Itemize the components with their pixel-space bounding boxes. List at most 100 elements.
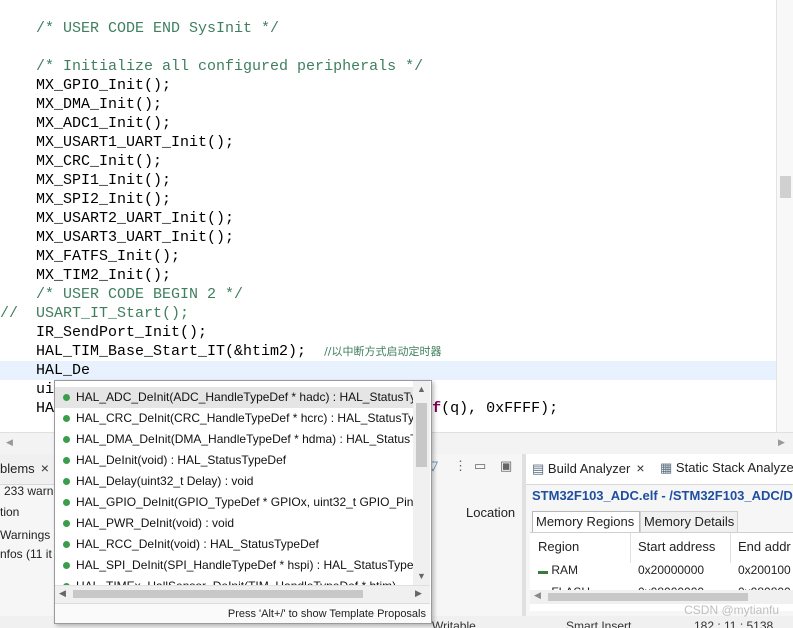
scroll-left-arrow-icon[interactable]: ◀ [6,437,13,448]
scroll-right-arrow-icon[interactable]: ▶ [415,588,422,599]
proposal-item[interactable]: HAL_CRC_DeInit(CRC_HandleTypeDef * hcrc)… [55,408,413,429]
location-column-header[interactable]: Location [466,505,515,520]
elf-path: STM32F103_ADC.elf - /STM32F103_ADC/De [532,488,793,503]
problems-summary: 233 warn [4,484,54,498]
public-function-icon [63,436,70,444]
code-token: // USART_IT_Start(); [0,305,190,322]
maximize-icon[interactable]: ▣ [500,458,512,474]
code-line[interactable]: // USART_IT_Start(); [0,304,189,323]
proposal-label: HAL_DMA_DeInit(DMA_HandleTypeDef * hdma)… [76,432,413,446]
code-line[interactable]: /* Initialize all configured peripherals… [0,57,423,76]
code-line[interactable]: /* USER CODE END SysInit */ [0,19,279,38]
code-line[interactable]: MX_CRC_Init(); [0,152,162,171]
close-icon[interactable]: × [636,460,644,476]
code-token: //以中断方式启动定时器 [324,345,442,358]
scroll-down-arrow-icon[interactable]: ▼ [417,571,426,581]
code-token: MX_CRC_Init(); [0,153,163,170]
column-header-region[interactable]: Region [538,539,579,554]
tab-build-analyzer-label: Build Analyzer [547,461,631,476]
code-line[interactable]: MX_SPI1_Init(); [0,171,171,190]
proposal-item[interactable]: HAL_DeInit(void) : HAL_StatusTypeDef [55,450,413,471]
proposal-label: HAL_CRC_DeInit(CRC_HandleTypeDef * hcrc)… [76,411,413,425]
scroll-up-arrow-icon[interactable]: ▲ [417,384,426,394]
tab-static-stack-label: Static Stack Analyze [675,460,793,475]
code-line[interactable]: MX_GPIO_Init(); [0,76,171,95]
popup-footer-hint: Press 'Alt+/' to show Template Proposals [55,603,430,623]
code-token: HAL_De [0,362,91,379]
popup-horizontal-scrollbar[interactable]: ◀ ▶ [55,585,430,603]
editor-vertical-scrollbar[interactable] [776,0,793,432]
code-token: MX_SPI2_Init(); [0,191,172,208]
problems-row-infos[interactable]: nfos (11 it [0,547,52,561]
code-token: MX_USART3_UART_Init(); [0,229,235,246]
scrollbar-thumb[interactable] [73,590,363,598]
public-function-icon [63,394,70,402]
code-line[interactable]: MX_USART3_UART_Init(); [0,228,234,247]
code-line[interactable]: MX_SPI2_Init(); [0,190,171,209]
popup-vertical-scrollbar[interactable]: ▲ ▼ [413,381,430,585]
scroll-right-arrow-icon[interactable]: ▶ [778,437,785,448]
column-header-end[interactable]: End addr [738,539,791,554]
watermark: CSDN @mytianfu [684,603,779,617]
tab-memory-regions-label: Memory Regions [536,514,635,529]
scrollbar-thumb[interactable] [548,593,748,601]
proposal-label: HAL_SPI_DeInit(SPI_HandleTypeDef * hspi)… [76,558,413,572]
proposal-item[interactable]: HAL_PWR_DeInit(void) : void [55,513,413,534]
problems-row-warnings[interactable]: Warnings ( [0,528,58,542]
scroll-left-arrow-icon[interactable]: ◀ [59,588,66,599]
column-divider [630,533,631,563]
scroll-left-arrow-icon[interactable]: ◀ [534,590,541,601]
scrollbar-thumb[interactable] [416,403,427,467]
public-function-icon [63,457,70,465]
proposal-item[interactable]: HAL_Delay(uint32_t Delay) : void [55,471,413,492]
table-row[interactable]: ▬ RAM [538,563,578,577]
chart-icon: ▤ [532,461,545,476]
code-token: MX_GPIO_Init(); [0,77,172,94]
tab-memory-details-label: Memory Details [644,514,735,529]
code-line[interactable]: MX_TIM2_Init(); [0,266,171,285]
code-token: HAL_TIM_Base_Start_IT(&htim2); [0,343,325,360]
code-token: IR_SendPort_Init(); [0,324,208,341]
proposal-item[interactable]: HAL_ADC_DeInit(ADC_HandleTypeDef * hadc)… [55,387,413,408]
proposal-label: HAL_ADC_DeInit(ADC_HandleTypeDef * hadc)… [76,390,413,404]
code-line[interactable]: MX_USART2_UART_Init(); [0,209,234,228]
problems-col-header[interactable]: tion [0,505,19,519]
public-function-icon [63,541,70,549]
code-line[interactable]: HAL_TIM_Base_Start_IT(&htim2); //以中断方式启动… [0,342,441,361]
code-line[interactable]: MX_USART1_UART_Init(); [0,133,234,152]
proposal-item[interactable]: HAL_DMA_DeInit(DMA_HandleTypeDef * hdma)… [55,429,413,450]
proposal-item[interactable]: HAL_SPI_DeInit(SPI_HandleTypeDef * hspi)… [55,555,413,576]
code-line[interactable]: /* USER CODE BEGIN 2 */ [0,285,243,304]
code-editor[interactable]: /* USER CODE END SysInit */ /* Initializ… [0,0,776,432]
proposal-item[interactable]: HAL_RCC_DeInit(void) : HAL_StatusTypeDef [55,534,413,555]
table-horizontal-scrollbar[interactable]: ◀ [530,590,793,604]
column-header-start[interactable]: Start address [638,539,715,554]
scrollbar-thumb[interactable] [780,176,791,198]
code-line[interactable]: MX_DMA_Init(); [0,95,162,114]
tab-problems[interactable]: blems × [0,460,49,476]
close-icon[interactable]: × [41,460,49,476]
tab-memory-regions[interactable]: Memory Regions [532,511,640,532]
minimize-icon[interactable]: ▭ [474,458,486,474]
code-line[interactable]: IR_SendPort_Init(); [0,323,207,342]
code-line[interactable]: HAL_De [0,361,776,380]
content-assist-popup[interactable]: HAL_ADC_DeInit(ADC_HandleTypeDef * hadc)… [54,380,432,624]
code-token: /* USER CODE BEGIN 2 */ [36,286,244,303]
proposal-item[interactable]: HAL_GPIO_DeInit(GPIO_TypeDef * GPIOx, ui… [55,492,413,513]
code-line[interactable]: MX_FATFS_Init(); [0,247,180,266]
proposal-label: HAL_Delay(uint32_t Delay) : void [76,474,254,488]
tab-problems-label: blems [0,461,35,476]
view-menu-icon[interactable]: ⋮ [454,458,467,474]
code-token: MX_ADC1_Init(); [0,115,172,132]
proposal-label: HAL_DeInit(void) : HAL_StatusTypeDef [76,453,287,467]
tab-memory-details[interactable]: Memory Details [640,511,738,532]
proposal-label: HAL_PWR_DeInit(void) : void [76,516,235,530]
public-function-icon [63,562,70,570]
code-line[interactable]: MX_ADC1_Init(); [0,114,171,133]
proposal-label: HAL_GPIO_DeInit(GPIO_TypeDef * GPIOx, ui… [76,495,413,509]
code-token: MX_USART1_UART_Init(); [0,134,235,151]
tab-build-analyzer[interactable]: ▤ Build Analyzer × [532,460,645,477]
tab-static-stack[interactable]: ▦ Static Stack Analyze [660,460,793,476]
